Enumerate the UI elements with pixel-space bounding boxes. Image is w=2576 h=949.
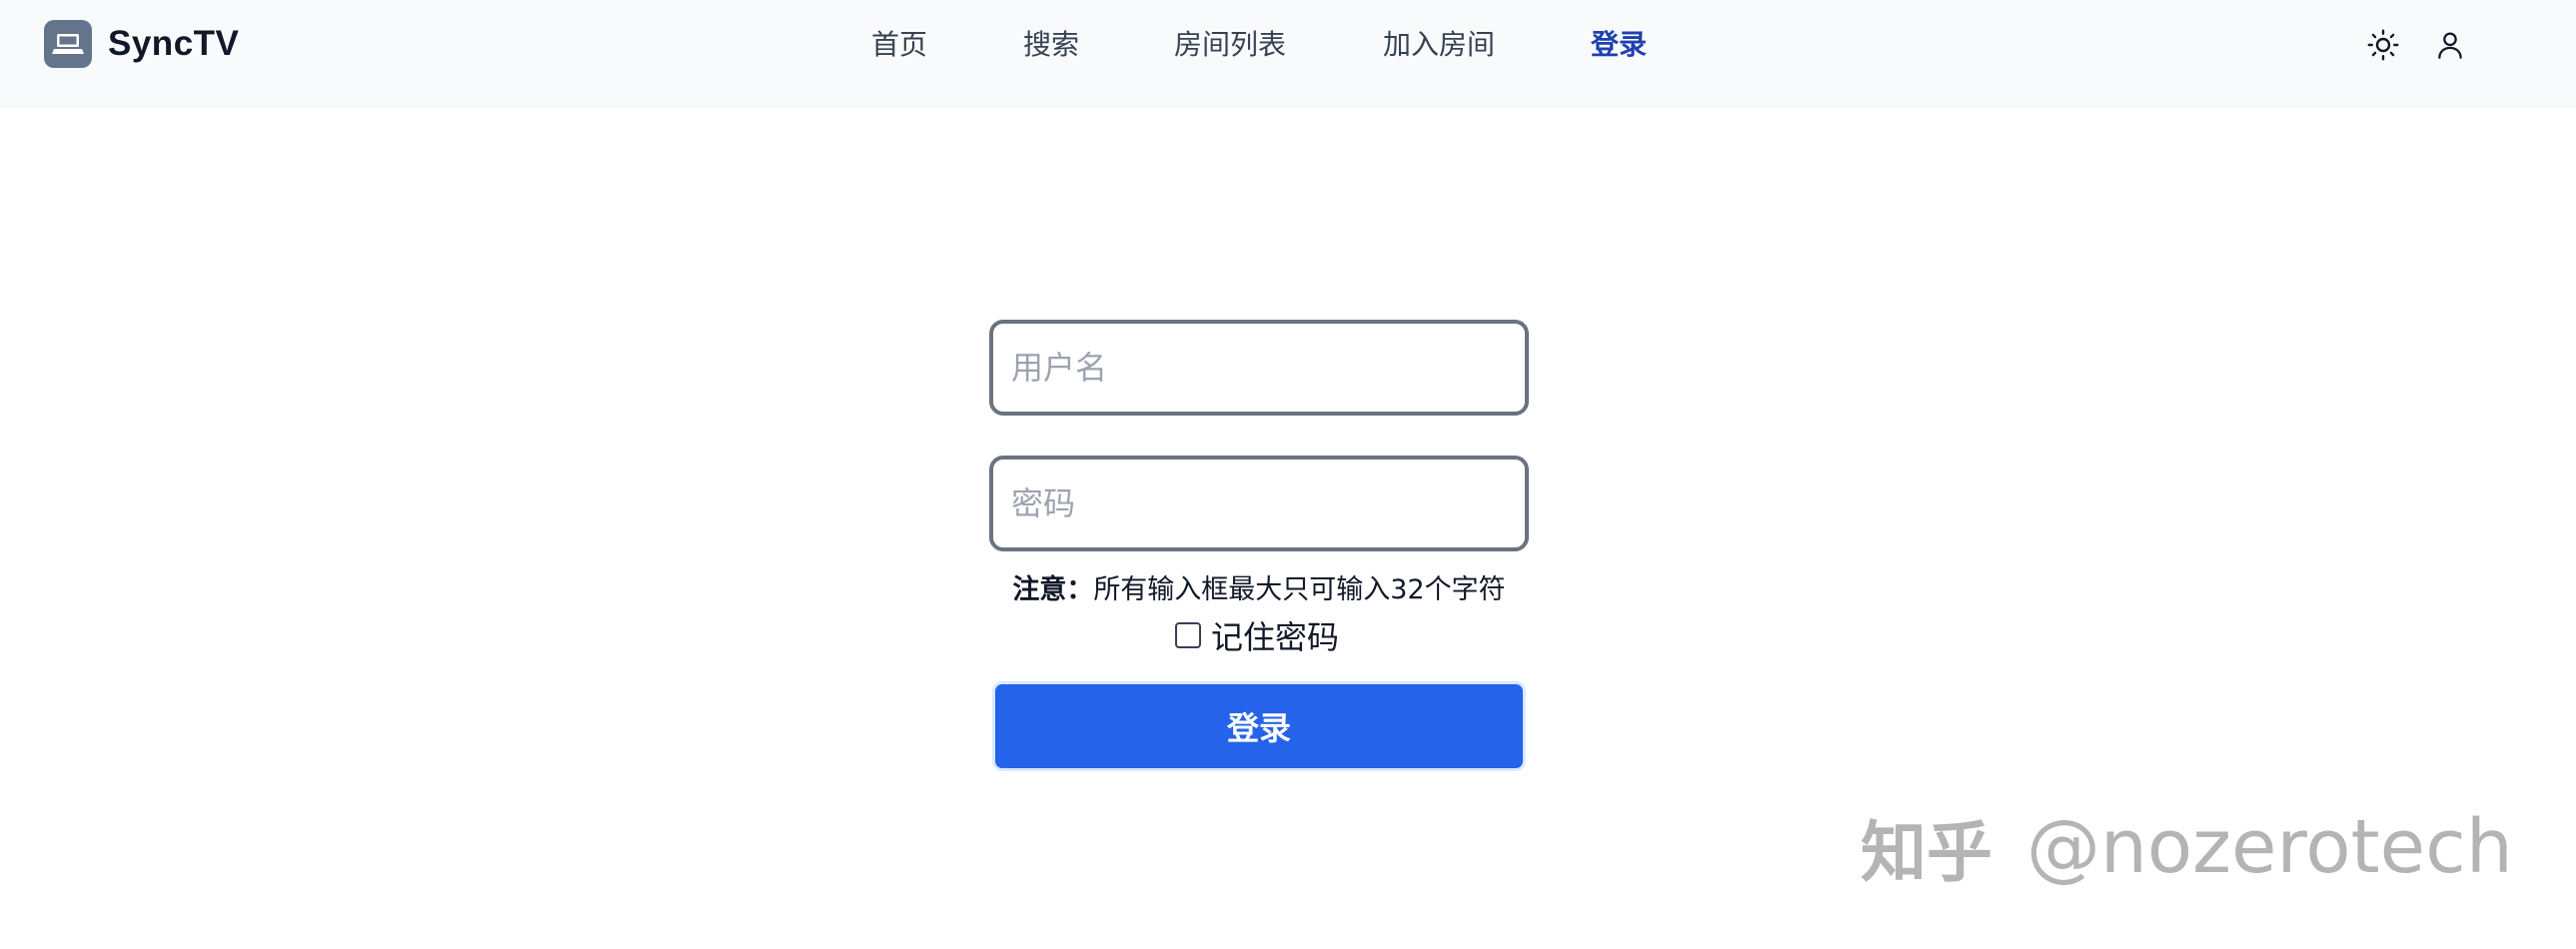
remember-password-label: 记住密码 [1211, 618, 1340, 656]
watermark-handle: @nozerotech [2026, 804, 2513, 890]
nav-room-list[interactable]: 房间列表 [1174, 24, 1286, 66]
sun-icon [2367, 29, 2399, 61]
password-input[interactable] [993, 460, 1525, 547]
nav-join-room[interactable]: 加入房间 [1383, 24, 1495, 66]
notice-label: 注意： [1012, 574, 1094, 605]
brand[interactable]: SyncTV [44, 20, 239, 68]
username-input[interactable] [993, 324, 1525, 412]
password-field[interactable] [989, 456, 1529, 551]
nav-login[interactable]: 登录 [1591, 24, 1647, 66]
input-length-notice: 注意：所有输入框最大只可输入32个字符 [989, 569, 1529, 611]
remember-password-checkbox[interactable] [1175, 622, 1201, 648]
remember-password[interactable]: 记住密码 [1175, 613, 1339, 657]
user-icon [2438, 32, 2462, 59]
notice-text: 所有输入框最大只可输入32个字符 [1093, 574, 1506, 605]
top-navbar: SyncTV 首页 搜索 房间列表 加入房间 登录 [0, 0, 2576, 108]
tv-laptop-icon [44, 20, 92, 68]
login-submit-button[interactable]: 登录 [992, 681, 1526, 771]
theme-toggle-button[interactable] [2362, 24, 2404, 66]
user-button[interactable] [2429, 24, 2471, 66]
watermark: 知乎 @nozerotech [1861, 799, 2513, 895]
username-field[interactable] [989, 320, 1529, 416]
watermark-site: 知乎 [1861, 814, 1992, 891]
brand-name: SyncTV [108, 24, 240, 63]
nav-home[interactable]: 首页 [871, 24, 927, 66]
nav-search[interactable]: 搜索 [1023, 24, 1079, 66]
